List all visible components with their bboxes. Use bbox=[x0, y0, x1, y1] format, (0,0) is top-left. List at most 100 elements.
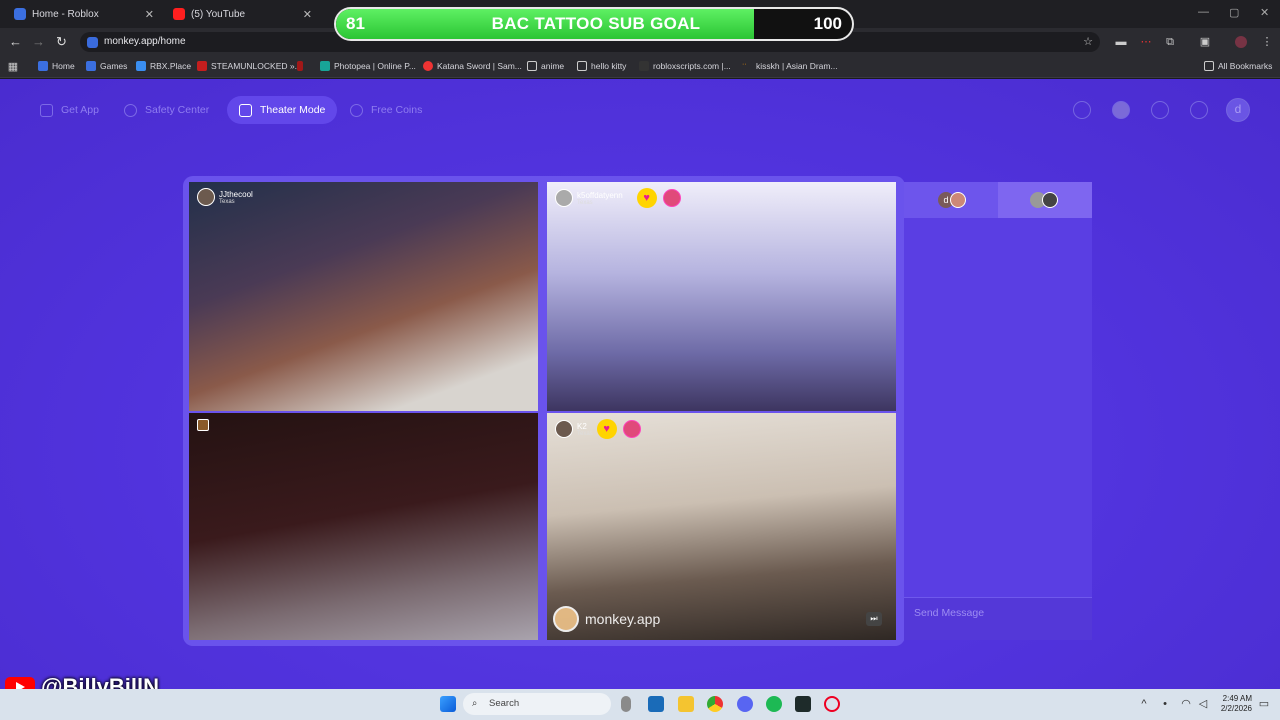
location: Texas bbox=[577, 199, 593, 206]
clock[interactable]: 2:49 AM 2/2/2026 bbox=[1212, 694, 1252, 714]
chrome-icon[interactable] bbox=[707, 696, 723, 712]
menu-icon[interactable]: ⋮ bbox=[1261, 36, 1273, 48]
back-icon[interactable]: ← bbox=[9, 34, 22, 50]
avatar bbox=[197, 419, 209, 431]
sub-goal-bar: 81 BAC TATTOO SUB GOAL 100 bbox=[334, 7, 854, 41]
profile-icon[interactable] bbox=[1235, 36, 1247, 48]
forward-icon[interactable]: → bbox=[32, 34, 45, 50]
avatar bbox=[197, 188, 215, 206]
theater-mode-button[interactable]: Theater Mode bbox=[227, 96, 338, 124]
monkey-icon bbox=[553, 606, 579, 632]
video-tile-2[interactable]: k5offdatyenn Texas ♥ bbox=[547, 182, 896, 411]
tab-roblox[interactable]: Home - Roblox ✕ bbox=[6, 4, 162, 24]
start-icon[interactable] bbox=[440, 696, 456, 712]
apps-grid-icon[interactable]: ▦ bbox=[7, 61, 19, 73]
opera-icon[interactable] bbox=[824, 696, 840, 712]
username: K2 bbox=[577, 421, 587, 431]
volume-icon[interactable]: ◁ bbox=[1197, 698, 1209, 710]
close-window-icon[interactable]: ✕ bbox=[1260, 6, 1269, 19]
microphone-icon[interactable]: • bbox=[1159, 698, 1171, 710]
user-tag bbox=[197, 419, 213, 431]
robloxscripts-icon bbox=[639, 61, 649, 71]
location: Texas bbox=[219, 198, 235, 205]
taskbar-search[interactable]: ⌕ Search bbox=[463, 693, 611, 715]
roblox-icon bbox=[86, 61, 96, 71]
tab-youtube[interactable]: (5) YouTube ✕ bbox=[165, 4, 320, 24]
bookmark-rbxplace[interactable]: RBX.Place bbox=[136, 61, 191, 71]
all-bookmarks[interactable]: All Bookmarks bbox=[1204, 61, 1272, 71]
maximize-icon[interactable]: ▢ bbox=[1229, 6, 1239, 19]
chat-tab-2[interactable] bbox=[998, 182, 1092, 218]
folder-icon bbox=[527, 61, 537, 71]
send-message-input[interactable]: Send Message bbox=[904, 597, 1092, 640]
chat-tab-1[interactable]: d bbox=[904, 182, 998, 218]
windows-taskbar bbox=[0, 689, 1280, 720]
goal-title: BAC TATTOO SUB GOAL bbox=[491, 14, 701, 33]
avatar bbox=[1042, 192, 1058, 208]
rbx-icon bbox=[136, 61, 146, 71]
get-app-link[interactable]: Get App bbox=[40, 96, 99, 124]
widgets-icon[interactable] bbox=[648, 696, 664, 712]
wifi-icon[interactable]: ◠ bbox=[1180, 698, 1192, 710]
skip-icon[interactable]: ⏭ bbox=[866, 612, 882, 626]
username: k5offdatyenn bbox=[577, 190, 623, 200]
bookmark-home[interactable]: Home bbox=[38, 61, 75, 71]
user-tag: k5offdatyenn Texas ♥ bbox=[555, 188, 681, 208]
search-icon[interactable] bbox=[1073, 101, 1091, 119]
bookmark-robloxscripts[interactable]: robloxscripts.com |... bbox=[639, 61, 731, 71]
spotify-icon[interactable] bbox=[766, 696, 782, 712]
nav-label: Theater Mode bbox=[260, 104, 326, 116]
user-tag: K2 Texas ♥ bbox=[555, 419, 641, 439]
expand-icon bbox=[239, 103, 252, 117]
app-icon[interactable] bbox=[795, 696, 811, 712]
star-icon[interactable]: ☆ bbox=[1082, 36, 1094, 48]
history-icon[interactable] bbox=[1151, 101, 1169, 119]
bookmark-games[interactable]: Games bbox=[86, 61, 127, 71]
bookmark-photopea[interactable]: Photopea | Online P... bbox=[320, 61, 416, 71]
bookmark-label: Home bbox=[52, 61, 75, 71]
badge-icon bbox=[622, 420, 641, 438]
extension-icon[interactable]: ▬ bbox=[1115, 36, 1127, 48]
notification-icon[interactable]: ▭ bbox=[1258, 698, 1270, 710]
kisskh-icon: ·· bbox=[742, 61, 752, 71]
chat-icon[interactable] bbox=[1190, 101, 1208, 119]
bookmark-anime[interactable]: anime bbox=[527, 61, 564, 71]
video-tile-1[interactable]: JJthecool Texas bbox=[189, 182, 538, 411]
roblox-icon bbox=[38, 61, 48, 71]
shield-icon bbox=[124, 103, 137, 117]
photopea-icon bbox=[320, 61, 330, 71]
bookmark-kisskh[interactable]: ·· kisskh | Asian Dram... bbox=[742, 61, 838, 71]
bookmark-label: STEAMUNLOCKED »... bbox=[211, 61, 302, 71]
coin-balance-icon[interactable] bbox=[1112, 101, 1130, 119]
steam-icon bbox=[197, 61, 207, 71]
bookmark-katana[interactable]: Katana Sword | Sam... bbox=[423, 61, 522, 71]
profile-avatar[interactable]: d bbox=[1226, 98, 1250, 122]
goal-target: 100 bbox=[813, 14, 842, 33]
puzzle-icon[interactable]: ⧉ bbox=[1164, 36, 1176, 48]
bookmark-hello-kitty[interactable]: hello kitty bbox=[577, 61, 626, 71]
close-icon[interactable]: ✕ bbox=[145, 8, 154, 21]
reload-icon[interactable]: ↻ bbox=[56, 34, 67, 50]
bookmark-red[interactable] bbox=[297, 61, 307, 71]
phone-icon bbox=[40, 103, 53, 117]
bookmark-label: Photopea | Online P... bbox=[334, 61, 416, 71]
safety-center-link[interactable]: Safety Center bbox=[124, 96, 209, 124]
badge-icon bbox=[662, 189, 681, 207]
sidepanel-icon[interactable]: ▣ bbox=[1199, 36, 1211, 48]
bookmark-label: All Bookmarks bbox=[1218, 61, 1273, 71]
folder-icon bbox=[1204, 61, 1214, 71]
bookmark-steamunlocked[interactable]: STEAMUNLOCKED »... bbox=[197, 61, 302, 71]
discord-icon[interactable] bbox=[737, 696, 753, 712]
user-tag: JJthecool Texas bbox=[197, 188, 253, 206]
file-explorer-icon[interactable] bbox=[678, 696, 694, 712]
tray-chevron-icon[interactable]: ^ bbox=[1138, 698, 1150, 710]
location: Texas bbox=[577, 430, 593, 437]
mouse-icon[interactable] bbox=[621, 696, 631, 712]
bookmark-label: anime bbox=[541, 61, 565, 71]
minimize-icon[interactable]: — bbox=[1198, 6, 1209, 18]
free-coins-link[interactable]: Free Coins bbox=[350, 96, 422, 124]
extension-red-icon[interactable]: ⋯ bbox=[1140, 36, 1152, 48]
close-icon[interactable]: ✕ bbox=[303, 8, 312, 21]
avatar bbox=[950, 192, 966, 208]
video-tile-3[interactable] bbox=[189, 413, 538, 640]
